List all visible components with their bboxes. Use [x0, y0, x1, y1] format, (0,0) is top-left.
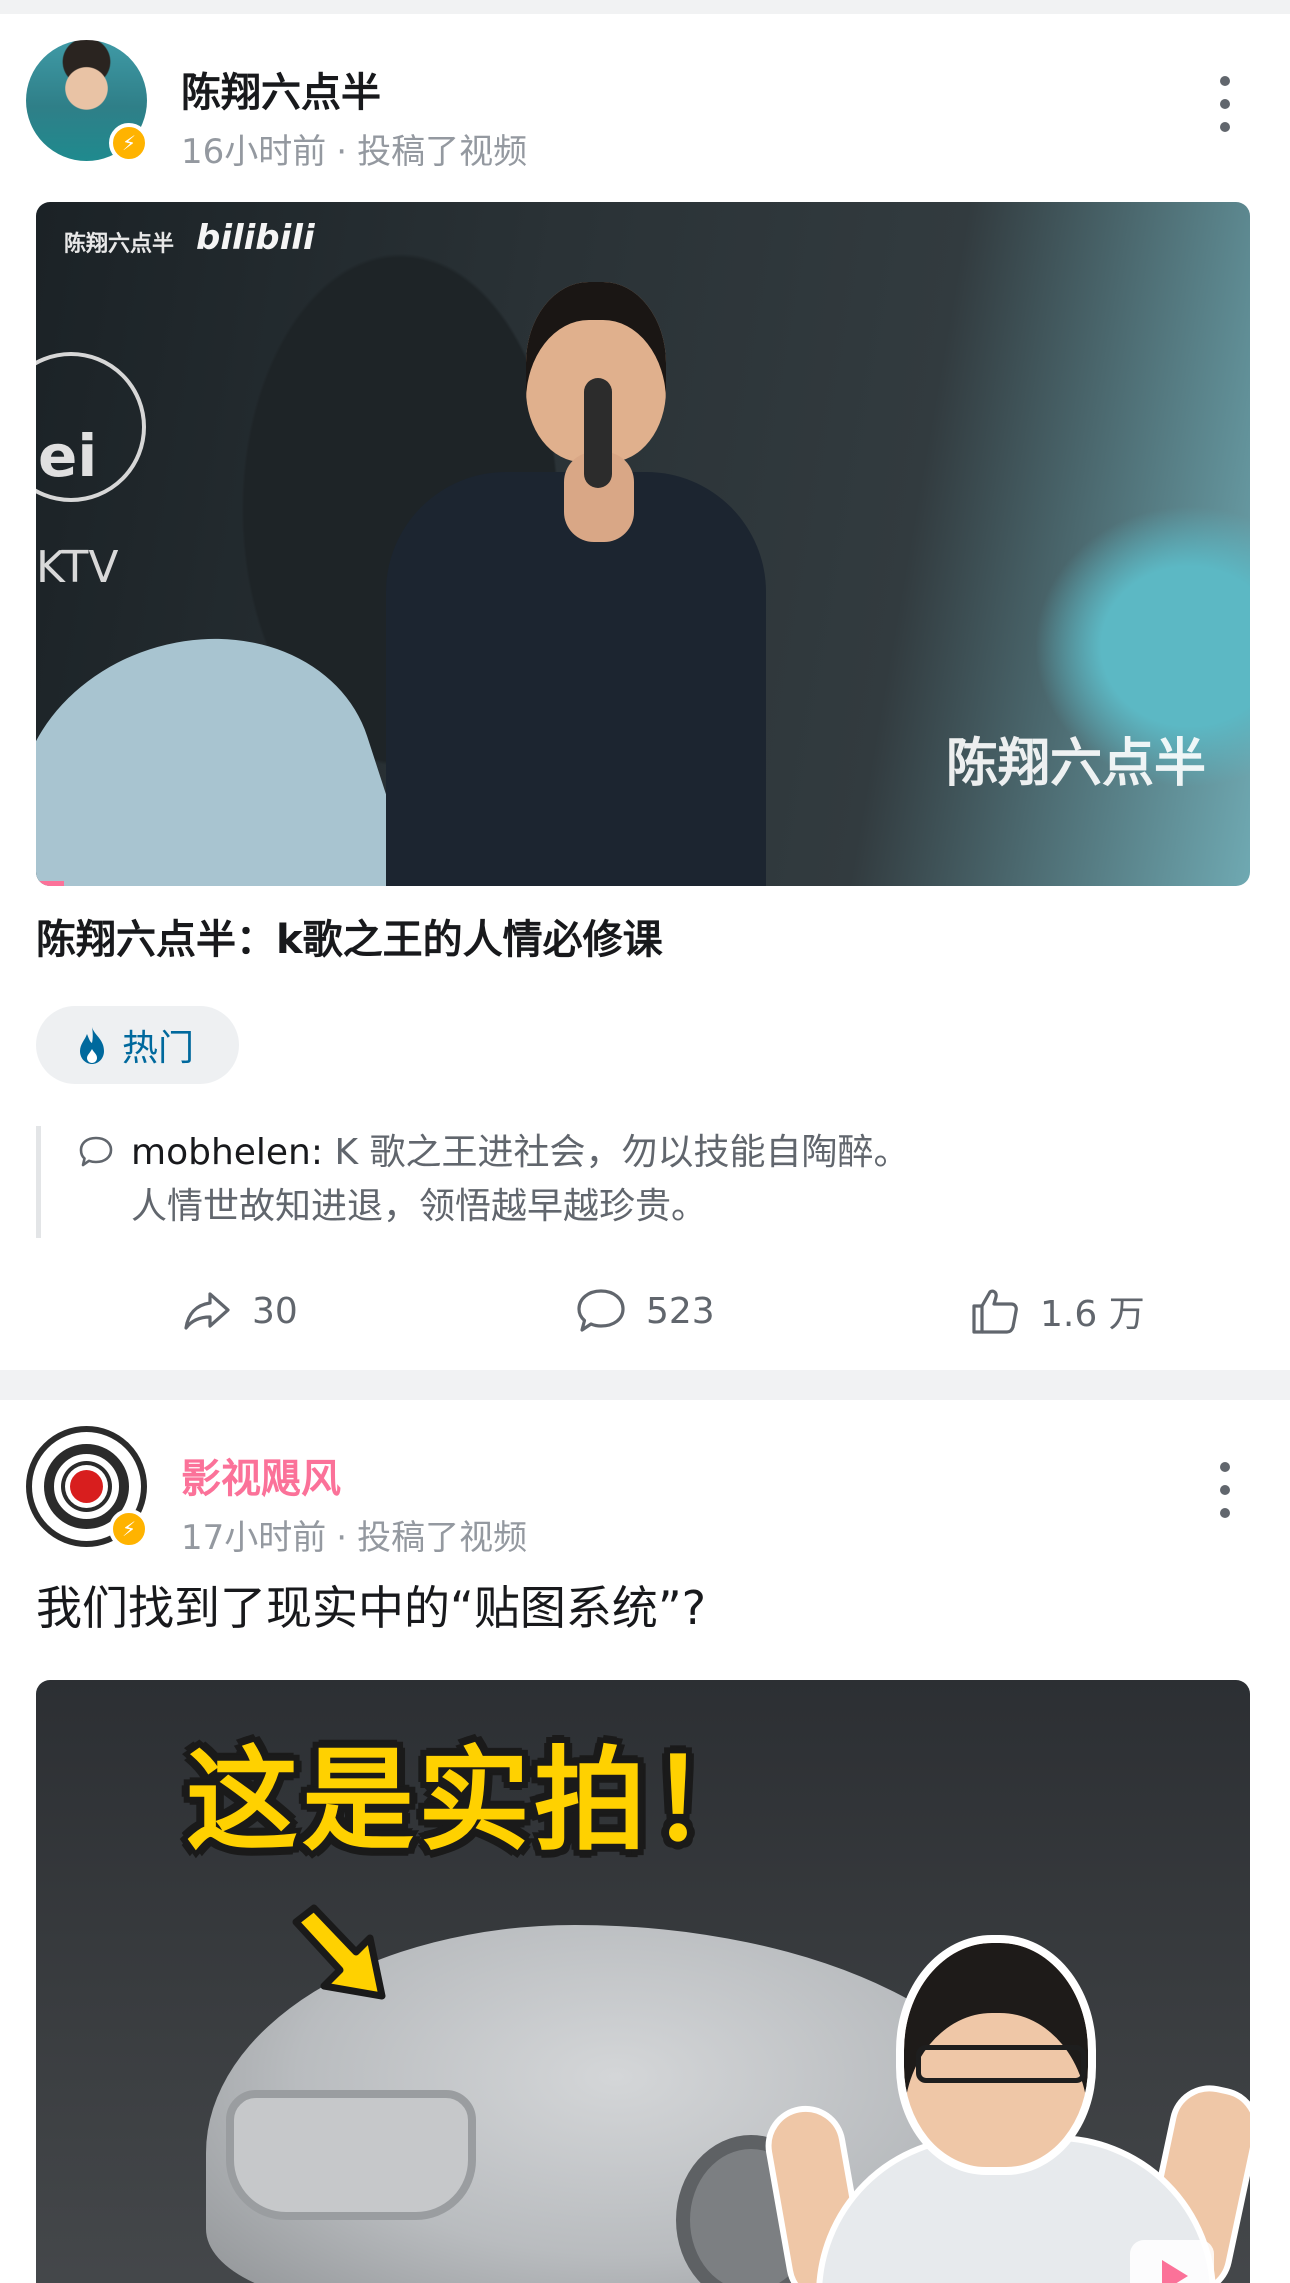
- video-thumbnail[interactable]: 这是实拍！: [36, 1680, 1250, 2283]
- video-title[interactable]: 陈翔六点半：k歌之王的人情必修课: [36, 907, 663, 965]
- feed-card-1[interactable]: ⚡ 陈翔六点半 16小时前 · 投稿了视频 ei KTV 陈翔六点半 bilibil…: [0, 14, 1290, 1370]
- thumbnail-headline: 这是实拍！: [186, 1736, 766, 1866]
- card-header: ⚡ 陈翔六点半 16小时前 · 投稿了视频: [26, 40, 1266, 173]
- post-title[interactable]: 我们找到了现实中的“贴图系统”?: [36, 1572, 706, 1638]
- meta-separator: ·: [336, 132, 348, 172]
- author-name[interactable]: 陈翔六点半: [181, 60, 381, 118]
- sign-text: ei: [38, 422, 98, 490]
- singer-figure: [366, 282, 786, 886]
- comment-bubble-icon: [79, 1136, 113, 1167]
- meta-separator: ·: [336, 1518, 348, 1558]
- watch-progress-bar: [36, 881, 64, 886]
- share-count: 30: [252, 1290, 298, 1332]
- feed-divider: [0, 1370, 1290, 1400]
- more-options-icon[interactable]: [1218, 76, 1232, 132]
- ktv-text: KTV: [36, 542, 119, 593]
- like-button[interactable]: 1.6 万: [968, 1276, 1145, 1346]
- card-header: ⚡ 影视飓风 17小时前 · 投稿了视频: [26, 1426, 1266, 1559]
- post-meta: 17小时前 · 投稿了视频: [181, 1510, 527, 1559]
- top-gap: [0, 0, 1290, 14]
- video-thumbnail[interactable]: ei KTV 陈翔六点半 bilibili 陈翔六点半: [36, 202, 1250, 886]
- comment-button[interactable]: 523: [574, 1276, 715, 1346]
- presenter-figure: [759, 1935, 1250, 2283]
- lightning-badge-icon: ⚡: [109, 123, 149, 163]
- watermark-corner: 陈翔六点半: [945, 734, 1206, 794]
- comment-user[interactable]: mobhelen:: [131, 1132, 323, 1173]
- top-comment[interactable]: mobhelen: K 歌之王进社会，勿以技能自陶醉。 人情世故知进退，领悟越早…: [36, 1126, 1236, 1238]
- post-time: 16小时前: [181, 132, 327, 172]
- author-name[interactable]: 影视飓风: [181, 1446, 341, 1504]
- like-count: 1.6 万: [1040, 1294, 1145, 1335]
- foreground-shoulder: [36, 593, 414, 886]
- car-grille: [226, 2090, 476, 2220]
- thumbs-up-icon: [972, 1289, 1018, 1334]
- hot-tag[interactable]: 热门: [36, 1006, 239, 1084]
- author-avatar[interactable]: ⚡: [26, 40, 149, 163]
- share-icon: [184, 1292, 230, 1330]
- post-time: 17小时前: [181, 1518, 327, 1558]
- comment-icon: [577, 1289, 625, 1332]
- bilibili-logo: bilibili: [196, 218, 315, 258]
- post-meta: 16小时前 · 投稿了视频: [181, 124, 527, 173]
- more-options-icon[interactable]: [1218, 1462, 1232, 1518]
- watermark-channel: 陈翔六点半: [64, 232, 175, 257]
- lightning-badge-icon: ⚡: [109, 1509, 149, 1549]
- author-avatar[interactable]: ⚡: [26, 1426, 149, 1549]
- share-button[interactable]: 30: [180, 1276, 298, 1346]
- action-bar: 30 523 1.6 万: [0, 1276, 1290, 1346]
- post-action: 投稿了视频: [357, 132, 528, 172]
- feed-card-2[interactable]: ⚡ 影视飓风 17小时前 · 投稿了视频 我们找到了现实中的“贴图系统”? 这是实拍…: [0, 1400, 1290, 2283]
- comment-line-1: mobhelen: K 歌之王进社会，勿以技能自陶醉。: [131, 1126, 1236, 1180]
- arrow-down-right-icon: [292, 1904, 386, 2000]
- post-action: 投稿了视频: [357, 1518, 528, 1558]
- fire-icon: [80, 1027, 104, 1064]
- comment-count: 523: [646, 1290, 715, 1332]
- play-tv-icon[interactable]: [1130, 2240, 1214, 2283]
- comment-line-2: 人情世故知进退，领悟越早越珍贵。: [131, 1186, 708, 1227]
- tag-label: 热门: [122, 1028, 195, 1069]
- comment-text-1: K 歌之王进社会，勿以技能自陶醉。: [323, 1132, 910, 1173]
